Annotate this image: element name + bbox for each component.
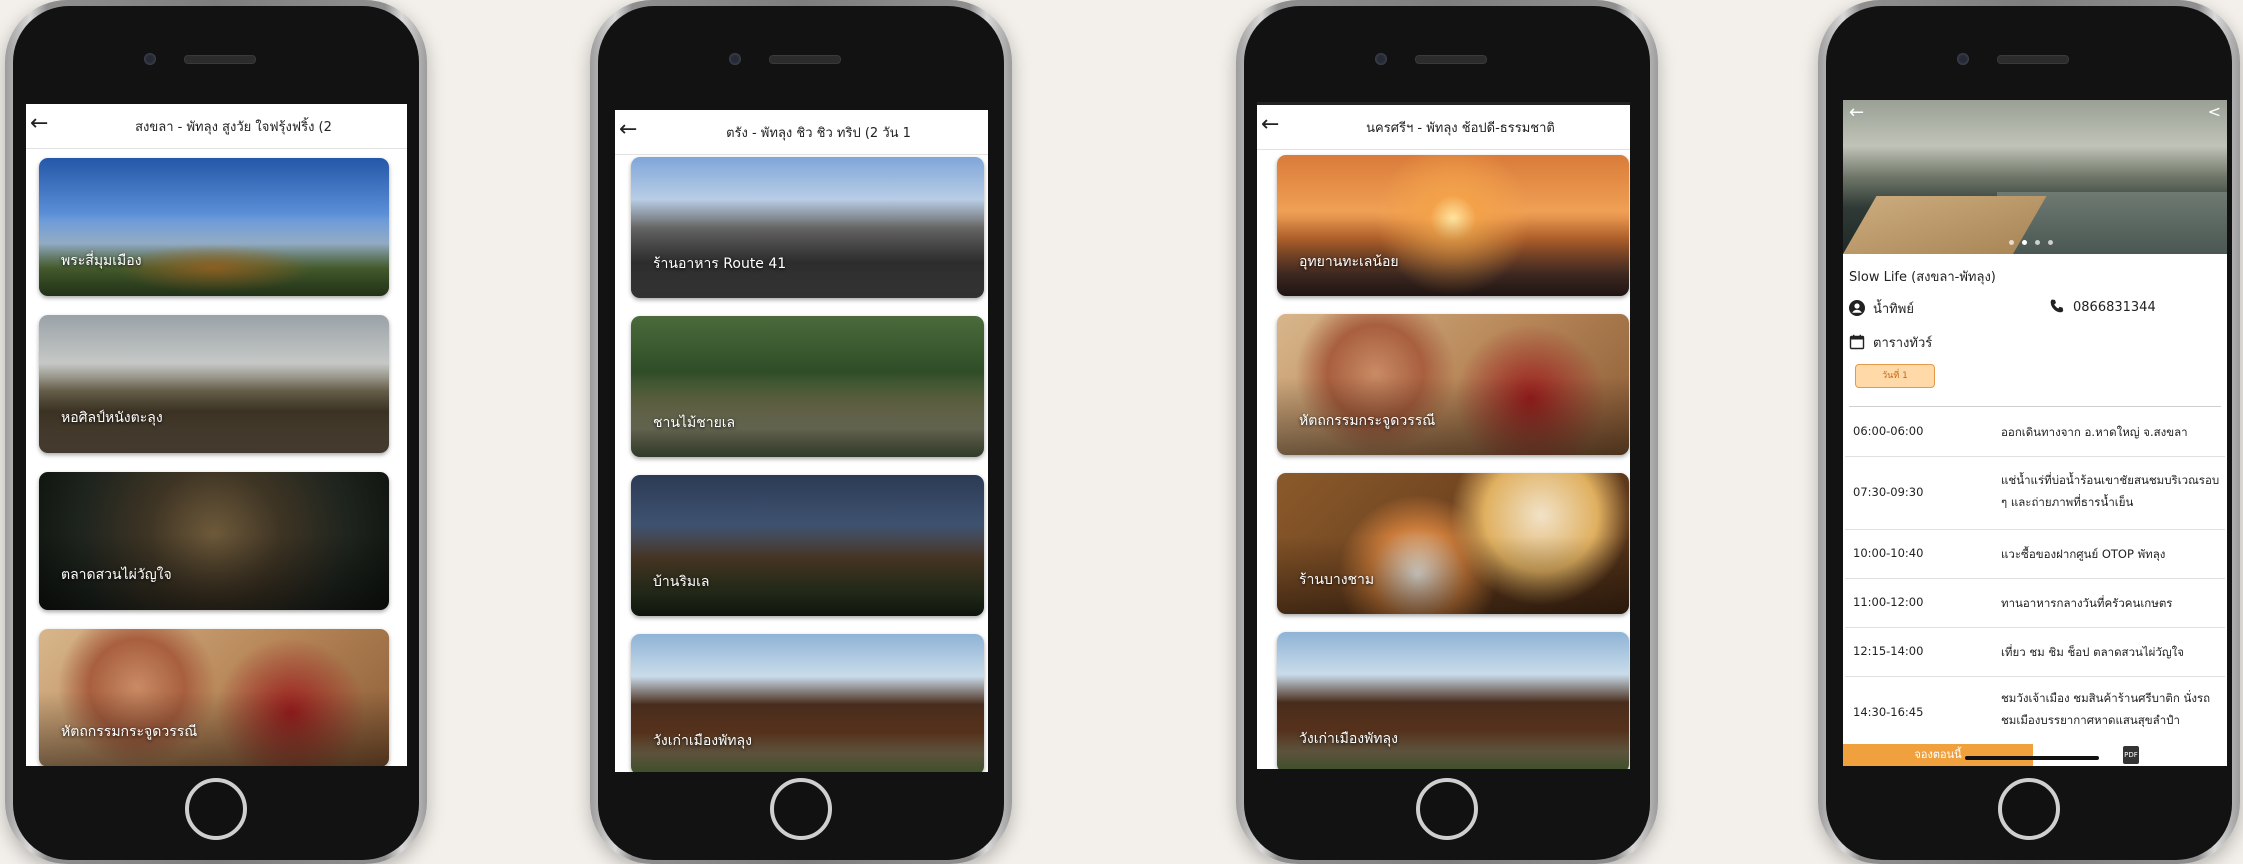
place-card-label: ชานไม้ชายเล bbox=[653, 415, 736, 431]
carousel-dot[interactable] bbox=[2048, 240, 2053, 245]
schedule-time: 07:30-09:30 bbox=[1853, 485, 1924, 499]
carousel-dot[interactable] bbox=[2009, 240, 2014, 245]
phone-icon bbox=[2050, 299, 2064, 313]
home-button[interactable] bbox=[770, 778, 832, 840]
schedule-desc: ออกเดินทางจาก อ.หาดใหญ่ จ.สงขลา bbox=[2001, 425, 2188, 439]
phone-row[interactable]: 0866831344 bbox=[2049, 298, 2156, 315]
front-camera bbox=[729, 53, 741, 65]
schedule-desc: ชมวังเจ้าเมือง ชมสินค้าร้านศรีบาติก นั่ง… bbox=[2001, 691, 2211, 727]
front-camera bbox=[144, 53, 156, 65]
place-card-label: พระสี่มุมเมือง bbox=[61, 253, 142, 269]
guide-name: น้ำทิพย์ bbox=[1873, 302, 1914, 317]
schedule-item: 14:30-16:45 ชมวังเจ้าเมือง ชมสินค้าร้านศ… bbox=[1845, 677, 2225, 743]
home-button[interactable] bbox=[1416, 778, 1478, 840]
schedule-time: 06:00-06:00 bbox=[1853, 424, 1924, 438]
day-tab[interactable]: วันที่ 1 bbox=[1855, 364, 1935, 388]
place-card[interactable]: วังเก่าเมืองพัทลุง bbox=[631, 634, 984, 772]
phone-body: ← ตรัง - พัทลุง ชิว ชิว ทริป (2 วัน 1 ร้… bbox=[598, 6, 1004, 860]
schedule-time: 11:00-12:00 bbox=[1853, 595, 1924, 609]
screen-trip-detail: ← < Slow Life (สงขลา-พัทลุง) น้ำทิพย์ 08… bbox=[1843, 100, 2227, 766]
phone-number: 0866831344 bbox=[2073, 300, 2156, 315]
place-card-label: ร้านบางชาม bbox=[1299, 572, 1375, 588]
place-card[interactable]: ตลาดสวนไผ่วัญใจ bbox=[39, 472, 389, 610]
place-card[interactable]: ร้านอาหาร Route 41 bbox=[631, 157, 984, 298]
hero-image-carousel[interactable]: ← < bbox=[1843, 100, 2227, 254]
schedule-item: 12:15-14:00 เที่ยว ชม ชิม ช็อป ตลาดสวนไผ… bbox=[1845, 628, 2225, 677]
app-bar: ← ตรัง - พัทลุง ชิว ชิว ทริป (2 วัน 1 bbox=[615, 110, 988, 155]
earpiece-speaker bbox=[1997, 55, 2069, 64]
place-card[interactable]: บ้านริมเล bbox=[631, 475, 984, 616]
carousel-dot[interactable] bbox=[2035, 240, 2040, 245]
share-icon[interactable]: < bbox=[2208, 102, 2221, 121]
phone-body: ← นครศรีฯ - พัทลุง ช้อปดี-ธรรมชาติ อุทยา… bbox=[1244, 6, 1650, 860]
bottom-action-bar: จองตอนนี้ PDF bbox=[1843, 744, 2227, 766]
place-card-label: หัตถกรรมกระจูดวรรณี bbox=[61, 724, 198, 740]
place-card-label: หัตถกรรมกระจูดวรรณี bbox=[1299, 413, 1436, 429]
home-button[interactable] bbox=[185, 778, 247, 840]
place-card-label: วังเก่าเมืองพัทลุง bbox=[653, 733, 752, 749]
schedule-desc: เที่ยว ชม ชิม ช็อป ตลาดสวนไผ่วัญใจ bbox=[2001, 645, 2185, 659]
phone-frame-4: ← < Slow Life (สงขลา-พัทลุง) น้ำทิพย์ 08… bbox=[1818, 0, 2240, 864]
guide-row: น้ำทิพย์ bbox=[1849, 298, 1914, 319]
phone-frame-2: ← ตรัง - พัทลุง ชิว ชิว ทริป (2 วัน 1 ร้… bbox=[590, 0, 1012, 864]
place-card[interactable]: วังเก่าเมืองพัทลุง bbox=[1277, 632, 1629, 769]
phone-body: ← < Slow Life (สงขลา-พัทลุง) น้ำทิพย์ 08… bbox=[1826, 6, 2232, 860]
user-circle-icon bbox=[1849, 300, 1865, 316]
schedule-desc: แวะซื้อของฝากศูนย์ OTOP พัทลุง bbox=[2001, 547, 2166, 561]
screen-trip-list-1: ← สงขลา - พัทลุง สูงวัย ใจฟรุ้งฟริ้ง (2 … bbox=[26, 104, 407, 766]
phone-frame-3: ← นครศรีฯ - พัทลุง ช้อปดี-ธรรมชาติ อุทยา… bbox=[1236, 0, 1658, 864]
schedule-item: 06:00-06:00 ออกเดินทางจาก อ.หาดใหญ่ จ.สง… bbox=[1845, 408, 2225, 457]
app-bar: ← สงขลา - พัทลุง สูงวัย ใจฟรุ้งฟริ้ง (2 bbox=[26, 104, 407, 149]
earpiece-speaker bbox=[769, 55, 841, 64]
divider bbox=[1849, 406, 2221, 407]
place-card[interactable]: หัตถกรรมกระจูดวรรณี bbox=[39, 629, 389, 766]
back-arrow-icon[interactable]: ← bbox=[1849, 102, 1864, 123]
back-arrow-icon[interactable]: ← bbox=[30, 112, 48, 136]
schedule-time: 12:15-14:00 bbox=[1853, 644, 1924, 658]
front-camera bbox=[1957, 53, 1969, 65]
carousel-dot-active[interactable] bbox=[2022, 240, 2027, 245]
home-button[interactable] bbox=[1998, 778, 2060, 840]
screen-trip-list-2: ← ตรัง - พัทลุง ชิว ชิว ทริป (2 วัน 1 ร้… bbox=[615, 110, 988, 772]
calendar-icon bbox=[1849, 334, 1865, 350]
schedule-time: 14:30-16:45 bbox=[1853, 705, 1924, 719]
place-card-label: อุทยานทะเลน้อย bbox=[1299, 254, 1399, 270]
schedule-desc: ทานอาหารกลางวันที่ครัวคนเกษตร bbox=[2001, 596, 2173, 610]
phone-body: ← สงขลา - พัทลุง สูงวัย ใจฟรุ้งฟริ้ง (2 … bbox=[13, 6, 419, 860]
place-card-label: หอศิลป์หนังตะลุง bbox=[61, 410, 163, 426]
place-card[interactable]: อุทยานทะเลน้อย bbox=[1277, 155, 1629, 296]
app-bar: ← นครศรีฯ - พัทลุง ช้อปดี-ธรรมชาติ bbox=[1257, 105, 1630, 150]
schedule-item: 11:00-12:00 ทานอาหารกลางวันที่ครัวคนเกษต… bbox=[1845, 579, 2225, 628]
place-card-label: บ้านริมเล bbox=[653, 574, 710, 590]
schedule-time: 10:00-10:40 bbox=[1853, 546, 1924, 560]
book-now-button[interactable]: จองตอนนี้ bbox=[1843, 744, 2033, 766]
back-arrow-icon[interactable]: ← bbox=[1261, 113, 1279, 137]
place-card[interactable]: หัตถกรรมกระจูดวรรณี bbox=[1277, 314, 1629, 455]
schedule-item: 07:30-09:30 แช่น้ำแร่ที่บ่อน้ำร้อนเขาชัย… bbox=[1845, 457, 2225, 530]
phone-frame-1: ← สงขลา - พัทลุง สูงวัย ใจฟรุ้งฟริ้ง (2 … bbox=[5, 0, 427, 864]
front-camera bbox=[1375, 53, 1387, 65]
place-card[interactable]: หอศิลป์หนังตะลุง bbox=[39, 315, 389, 453]
place-card[interactable]: พระสี่มุมเมือง bbox=[39, 158, 389, 296]
home-indicator bbox=[1965, 756, 2099, 760]
earpiece-speaker bbox=[184, 55, 256, 64]
back-arrow-icon[interactable]: ← bbox=[619, 118, 637, 142]
schedule-label: ตารางทัวร์ bbox=[1873, 336, 1933, 351]
schedule-item: 10:00-10:40 แวะซื้อของฝากศูนย์ OTOP พัทล… bbox=[1845, 530, 2225, 579]
place-card[interactable]: ร้านบางชาม bbox=[1277, 473, 1629, 614]
page-title: นครศรีฯ - พัทลุง ช้อปดี-ธรรมชาติ bbox=[1366, 121, 1555, 136]
place-card-label: วังเก่าเมืองพัทลุง bbox=[1299, 731, 1398, 747]
page-title: ตรัง - พัทลุง ชิว ชิว ทริป (2 วัน 1 bbox=[726, 126, 911, 141]
place-card-label: ตลาดสวนไผ่วัญใจ bbox=[61, 567, 172, 583]
schedule-desc: แช่น้ำแร่ที่บ่อน้ำร้อนเขาชัยสนชมบริเวณรอ… bbox=[2001, 473, 2220, 509]
place-card-label: ร้านอาหาร Route 41 bbox=[653, 256, 787, 272]
pdf-download-icon[interactable]: PDF bbox=[2123, 746, 2139, 764]
earpiece-speaker bbox=[1415, 55, 1487, 64]
place-card[interactable]: ชานไม้ชายเล bbox=[631, 316, 984, 457]
screen-trip-list-3: ← นครศรีฯ - พัทลุง ช้อปดี-ธรรมชาติ อุทยา… bbox=[1257, 102, 1630, 769]
schedule-row: ตารางทัวร์ bbox=[1849, 332, 1932, 353]
carousel-indicator bbox=[2009, 230, 2061, 249]
page-title: สงขลา - พัทลุง สูงวัย ใจฟรุ้งฟริ้ง (2 bbox=[135, 120, 332, 135]
trip-title: Slow Life (สงขลา-พัทลุง) bbox=[1849, 270, 1996, 285]
